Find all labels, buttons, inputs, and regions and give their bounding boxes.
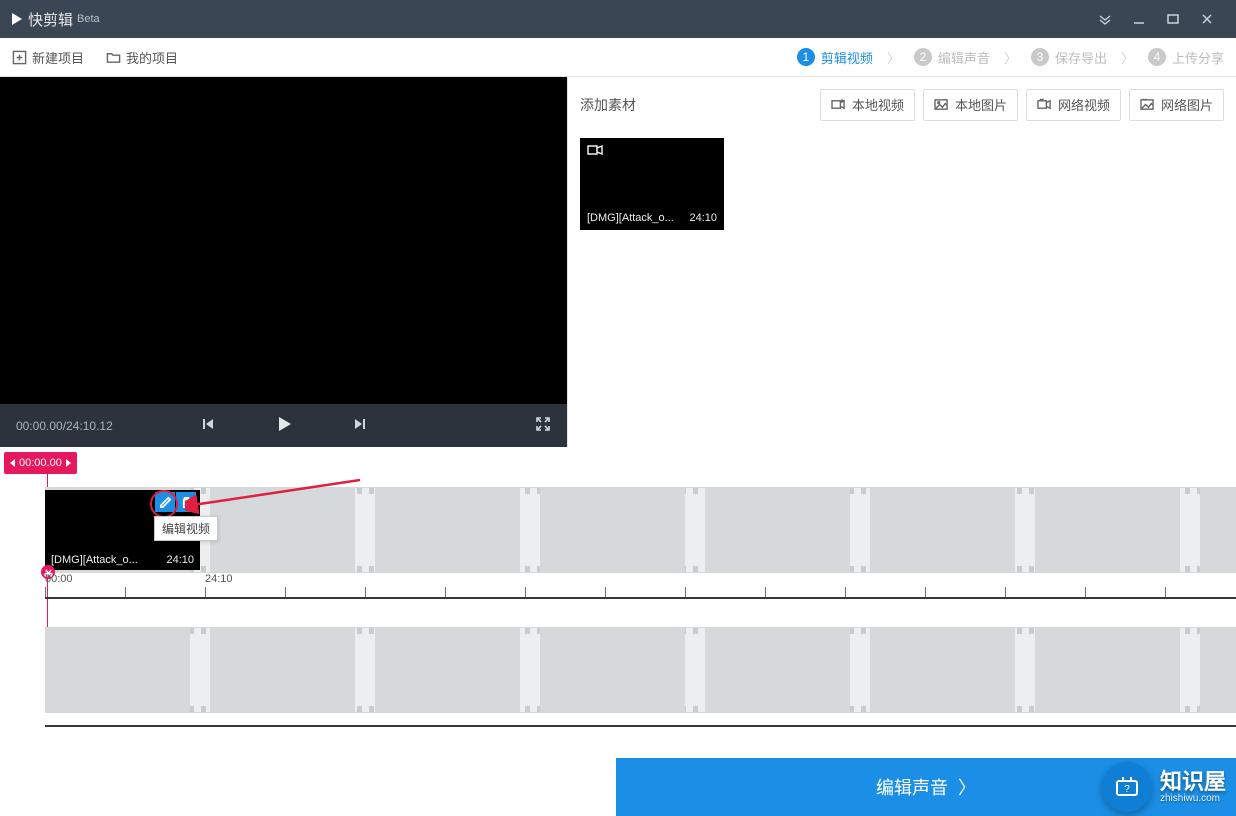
close-button[interactable] [1190, 0, 1224, 38]
timeline-area: 00:00.00 编辑视频 [DMG][Attack_o... 24:10 00… [0, 447, 1236, 707]
btn-label: 网络视频 [1058, 95, 1110, 114]
edit-clip-tooltip: 编辑视频 [154, 516, 218, 541]
step-export[interactable]: 3 保存导出 [1031, 48, 1107, 67]
chevron-right-icon: 〉 [1004, 48, 1017, 67]
beta-label: Beta [77, 13, 100, 25]
new-project-label: 新建项目 [32, 48, 84, 67]
step-share[interactable]: 4 上传分享 [1148, 48, 1224, 67]
add-local-video-button[interactable]: 本地视频 [820, 89, 915, 121]
svg-text:?: ? [1124, 784, 1130, 795]
chevron-right-icon: 〉 [1121, 48, 1134, 67]
assets-title: 添加素材 [580, 95, 636, 115]
title-bar: 快剪辑 Beta [0, 0, 1236, 38]
filmstrip-bg [45, 628, 1236, 712]
step-nav: 1 剪辑视频 〉 2 编辑声音 〉 3 保存导出 〉 4 上传分享 [797, 48, 1224, 67]
btn-label: 网络图片 [1161, 95, 1213, 114]
audio-track[interactable] [45, 627, 1236, 713]
video-track[interactable]: 编辑视频 [DMG][Attack_o... 24:10 [45, 487, 1236, 573]
chevron-right-icon: 〉 [958, 774, 976, 800]
watermark-logo-icon: ? [1102, 762, 1152, 812]
clip-name: [DMG][Attack_o... [587, 212, 674, 224]
new-project-button[interactable]: 新建项目 [12, 48, 84, 67]
cta-label: 编辑声音 [876, 774, 948, 800]
bottom-bar: 编辑声音 〉 ? 知识屋 zhishiwu.com [0, 758, 1236, 816]
menu-button[interactable] [1088, 0, 1122, 38]
btn-label: 本地视频 [852, 95, 904, 114]
watermark-brand: 知识屋 [1160, 771, 1226, 793]
asset-list: [DMG][Attack_o... 24:10 [568, 132, 1236, 236]
timeline-clip-duration: 24:10 [166, 554, 194, 566]
my-projects-label: 我的项目 [126, 48, 178, 67]
add-web-image-button[interactable]: 网络图片 [1129, 89, 1224, 121]
assets-panel: 添加素材 本地视频 本地图片 网络视频 网络图片 [567, 77, 1236, 447]
prev-button[interactable] [200, 416, 216, 435]
step-label: 保存导出 [1055, 48, 1107, 67]
timeline-clip-name: [DMG][Attack_o... [51, 554, 138, 566]
add-web-video-button[interactable]: 网络视频 [1026, 89, 1121, 121]
preview-controls: 00:00.00/24:10.12 [0, 404, 567, 447]
timeline-clip[interactable]: 编辑视频 [DMG][Attack_o... 24:10 [45, 490, 200, 570]
minimize-button[interactable] [1122, 0, 1156, 38]
chevron-right-icon: 〉 [887, 48, 900, 67]
main-area: 00:00.00/24:10.12 添加素材 本地视频 本地图片 [0, 77, 1236, 447]
step-label: 编辑声音 [938, 48, 990, 67]
time-ruler[interactable]: 00:00 24:10 [45, 573, 1236, 599]
app-name: 快剪辑 [28, 9, 73, 30]
filmstrip-bg [45, 488, 1236, 572]
step-label: 剪辑视频 [821, 48, 873, 67]
playhead-time-tag[interactable]: 00:00.00 [4, 452, 77, 474]
playhead-time: 00:00.00 [19, 457, 62, 469]
watermark-domain: zhishiwu.com [1160, 793, 1226, 804]
ruler-tick-label: 24:10 [205, 573, 233, 585]
step-edit-audio[interactable]: 2 编辑声音 [914, 48, 990, 67]
app-logo-icon [12, 13, 22, 25]
next-button[interactable] [352, 416, 368, 435]
clip-duration: 24:10 [689, 212, 717, 224]
toolbar: 新建项目 我的项目 1 剪辑视频 〉 2 编辑声音 〉 3 保存导出 〉 4 上… [0, 38, 1236, 77]
maximize-button[interactable] [1156, 0, 1190, 38]
ruler-tick-label: 00:00 [45, 573, 73, 585]
edit-clip-button[interactable] [155, 492, 175, 512]
video-icon [587, 143, 603, 161]
delete-clip-button[interactable] [176, 492, 196, 512]
play-button[interactable] [274, 414, 294, 437]
step-label: 上传分享 [1172, 48, 1224, 67]
watermark: ? 知识屋 zhishiwu.com [1102, 762, 1226, 812]
preview-panel: 00:00.00/24:10.12 [0, 77, 567, 447]
btn-label: 本地图片 [955, 95, 1007, 114]
my-projects-button[interactable]: 我的项目 [106, 48, 178, 67]
step-edit-video[interactable]: 1 剪辑视频 [797, 48, 873, 67]
asset-clip[interactable]: [DMG][Attack_o... 24:10 [580, 138, 724, 230]
add-local-image-button[interactable]: 本地图片 [923, 89, 1018, 121]
time-ruler-2[interactable] [45, 713, 1236, 727]
